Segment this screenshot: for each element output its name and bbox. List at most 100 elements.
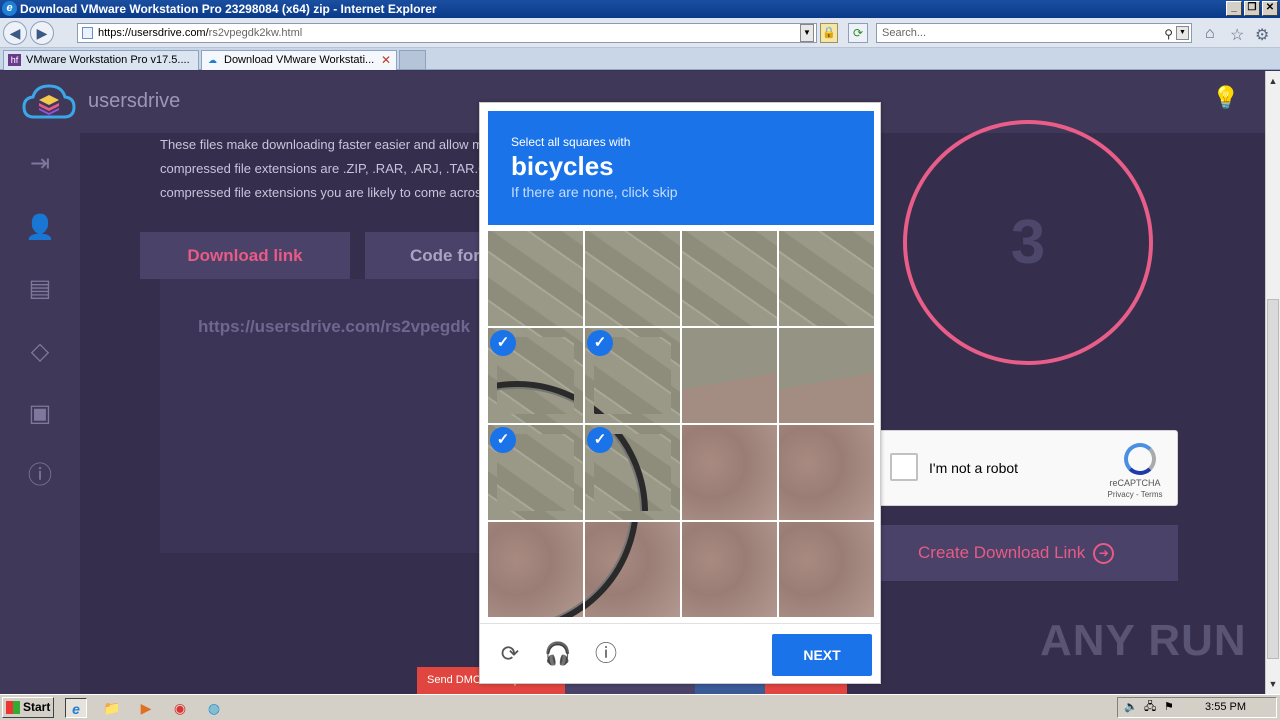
countdown-circle: 3 — [903, 120, 1153, 365]
create-download-link-label: Create Download Link — [918, 543, 1086, 562]
favorites-star-icon[interactable]: ☆ — [1230, 25, 1244, 45]
minimize-button[interactable]: _ — [1226, 1, 1242, 16]
description-line: These files make downloading faster easi… — [160, 137, 484, 152]
lightbulb-icon[interactable]: 💡 — [1212, 85, 1239, 111]
create-download-link-button[interactable]: Create Download Link ➔ — [881, 525, 1178, 581]
chrome-icon[interactable]: ◉ — [169, 698, 191, 718]
edge-icon[interactable]: ◍ — [203, 698, 225, 718]
speaker-icon[interactable]: 🔈 — [1124, 698, 1138, 717]
anyrun-watermark: ANY RUN — [1040, 616, 1247, 665]
url-dropdown-button[interactable]: ▼ — [800, 24, 814, 42]
download-link-tab[interactable]: Download link — [140, 232, 350, 279]
recaptcha-checkbox[interactable] — [890, 453, 918, 481]
brand-name[interactable]: usersdrive — [88, 90, 180, 113]
description-text: These files make downloading faster easi… — [160, 133, 500, 205]
challenge-header: Select all squares with bicycles If ther… — [488, 111, 874, 225]
forward-button[interactable]: ▶ — [30, 21, 54, 45]
media-player-icon[interactable]: ▶ — [135, 698, 157, 718]
captcha-tile[interactable]: ✓ — [488, 425, 583, 520]
network-icon[interactable]: 🖧 — [1144, 698, 1156, 717]
recaptcha-privacy-terms[interactable]: Privacy - Terms — [1100, 490, 1170, 499]
restore-button[interactable]: ❐ — [1244, 1, 1260, 16]
explorer-folder-icon[interactable]: 📁 — [101, 698, 123, 718]
captcha-tile[interactable] — [585, 522, 680, 617]
challenge-hint: If there are none, click skip — [511, 184, 678, 200]
url-host: https://usersdrive.com/ — [98, 27, 209, 39]
search-input[interactable]: Search... ⚲ ▼ — [876, 23, 1192, 43]
usersdrive-logo-icon[interactable] — [22, 83, 76, 121]
challenge-image-grid: ✓ ✓ ✓ ✓ — [488, 231, 874, 617]
tab-close-icon[interactable]: ✕ — [381, 51, 391, 69]
page-scrollbar[interactable]: ▲ ▼ — [1265, 71, 1280, 694]
cloud-favicon-icon: ☁ — [208, 55, 217, 65]
download-url-text[interactable]: https://usersdrive.com/rs2vpegdk — [198, 317, 470, 337]
captcha-tile[interactable]: ✓ — [585, 328, 680, 423]
info-icon[interactable]: ⓘ — [25, 461, 55, 491]
url-path: rs2vpegdk2kw.html — [208, 27, 303, 39]
back-button[interactable]: ◀ — [3, 21, 27, 45]
next-button[interactable]: NEXT — [772, 634, 872, 676]
selected-check-icon: ✓ — [490, 427, 516, 453]
audio-headphones-icon[interactable]: 🎧 — [544, 640, 572, 668]
sign-in-icon[interactable]: ⇥ — [25, 149, 55, 179]
tab-vmware-hf[interactable]: hf VMware Workstation Pro v17.5.... — [3, 50, 199, 70]
money-icon[interactable]: ▣ — [25, 399, 55, 429]
countdown-number: 3 — [1010, 208, 1046, 277]
page-icon — [82, 27, 93, 39]
home-icon[interactable]: ⌂ — [1205, 25, 1215, 43]
new-tab-button[interactable] — [399, 50, 426, 70]
title-bar: e Download VMware Workstation Pro 232980… — [0, 0, 1280, 18]
captcha-tile[interactable] — [779, 231, 874, 326]
selected-check-icon: ✓ — [490, 330, 516, 356]
search-dropdown-icon[interactable]: ▼ — [1176, 26, 1189, 40]
tab-strip: hf VMware Workstation Pro v17.5.... ☁ Do… — [0, 48, 1280, 70]
ie-window: e Download VMware Workstation Pro 232980… — [0, 0, 1280, 720]
captcha-tile[interactable] — [585, 231, 680, 326]
flag-tray-icon[interactable]: ⚑ — [1164, 698, 1174, 717]
close-button[interactable]: ✕ — [1262, 1, 1278, 16]
captcha-tile[interactable] — [779, 425, 874, 520]
description-line: compressed file extensions are .ZIP, .RA… — [160, 161, 497, 176]
tab-label: Download VMware Workstati... — [224, 54, 375, 66]
challenge-footer: ⟳ 🎧 ⓘ NEXT — [480, 623, 880, 683]
address-bar: ◀ ▶ https://usersdrive.com/rs2vpegdk2kw.… — [0, 18, 1280, 48]
add-user-icon[interactable]: 👤 — [25, 213, 55, 243]
captcha-tile[interactable] — [488, 522, 583, 617]
captcha-tile[interactable] — [779, 328, 874, 423]
scroll-up-icon[interactable]: ▲ — [1267, 73, 1279, 89]
recaptcha-logo-icon — [1124, 443, 1156, 475]
recaptcha-brand: reCAPTCHA — [1109, 478, 1161, 488]
captcha-tile[interactable] — [682, 425, 777, 520]
captcha-tile[interactable]: ✓ — [585, 425, 680, 520]
captcha-tile[interactable]: ✓ — [488, 328, 583, 423]
start-button[interactable]: Start — [2, 697, 54, 718]
captcha-tile[interactable] — [488, 231, 583, 326]
diamond-icon[interactable]: ◇ — [25, 337, 55, 367]
selected-check-icon: ✓ — [587, 427, 613, 453]
settings-gear-icon[interactable]: ⚙ — [1255, 25, 1269, 45]
window-title: Download VMware Workstation Pro 23298084… — [20, 2, 437, 16]
captcha-tile[interactable] — [779, 522, 874, 617]
reload-icon[interactable]: ⟳ — [496, 640, 524, 668]
ie-taskbar-icon[interactable]: e — [65, 698, 87, 718]
tab-download-vmware[interactable]: ☁ Download VMware Workstati... ✕ — [201, 50, 397, 70]
scroll-down-icon[interactable]: ▼ — [1267, 676, 1279, 692]
info-icon[interactable]: ⓘ — [592, 640, 620, 668]
challenge-instruction: Select all squares with — [511, 135, 631, 149]
description-line: compressed file extensions you are likel… — [160, 185, 482, 200]
news-icon[interactable]: ▤ — [25, 274, 55, 304]
side-nav: ⇥ 👤 ▤ ◇ ▣ ⓘ — [0, 133, 80, 694]
challenge-target: bicycles — [511, 151, 614, 181]
arrow-right-icon: ➔ — [1093, 543, 1115, 565]
captcha-tile[interactable] — [682, 522, 777, 617]
search-icon[interactable]: ⚲ — [1164, 25, 1173, 43]
scroll-thumb[interactable] — [1267, 299, 1279, 659]
lock-icon[interactable]: 🔒 — [820, 23, 838, 43]
url-input[interactable]: https://usersdrive.com/rs2vpegdk2kw.html — [77, 23, 817, 43]
captcha-tile[interactable] — [682, 328, 777, 423]
windows-flag-icon — [6, 701, 20, 714]
captcha-tile[interactable] — [682, 231, 777, 326]
recaptcha-checkbox-widget: I'm not a robot reCAPTCHA Privacy - Term… — [872, 430, 1178, 506]
clock[interactable]: 3:55 PM — [1205, 698, 1246, 717]
refresh-button[interactable]: ⟳ — [848, 23, 868, 43]
